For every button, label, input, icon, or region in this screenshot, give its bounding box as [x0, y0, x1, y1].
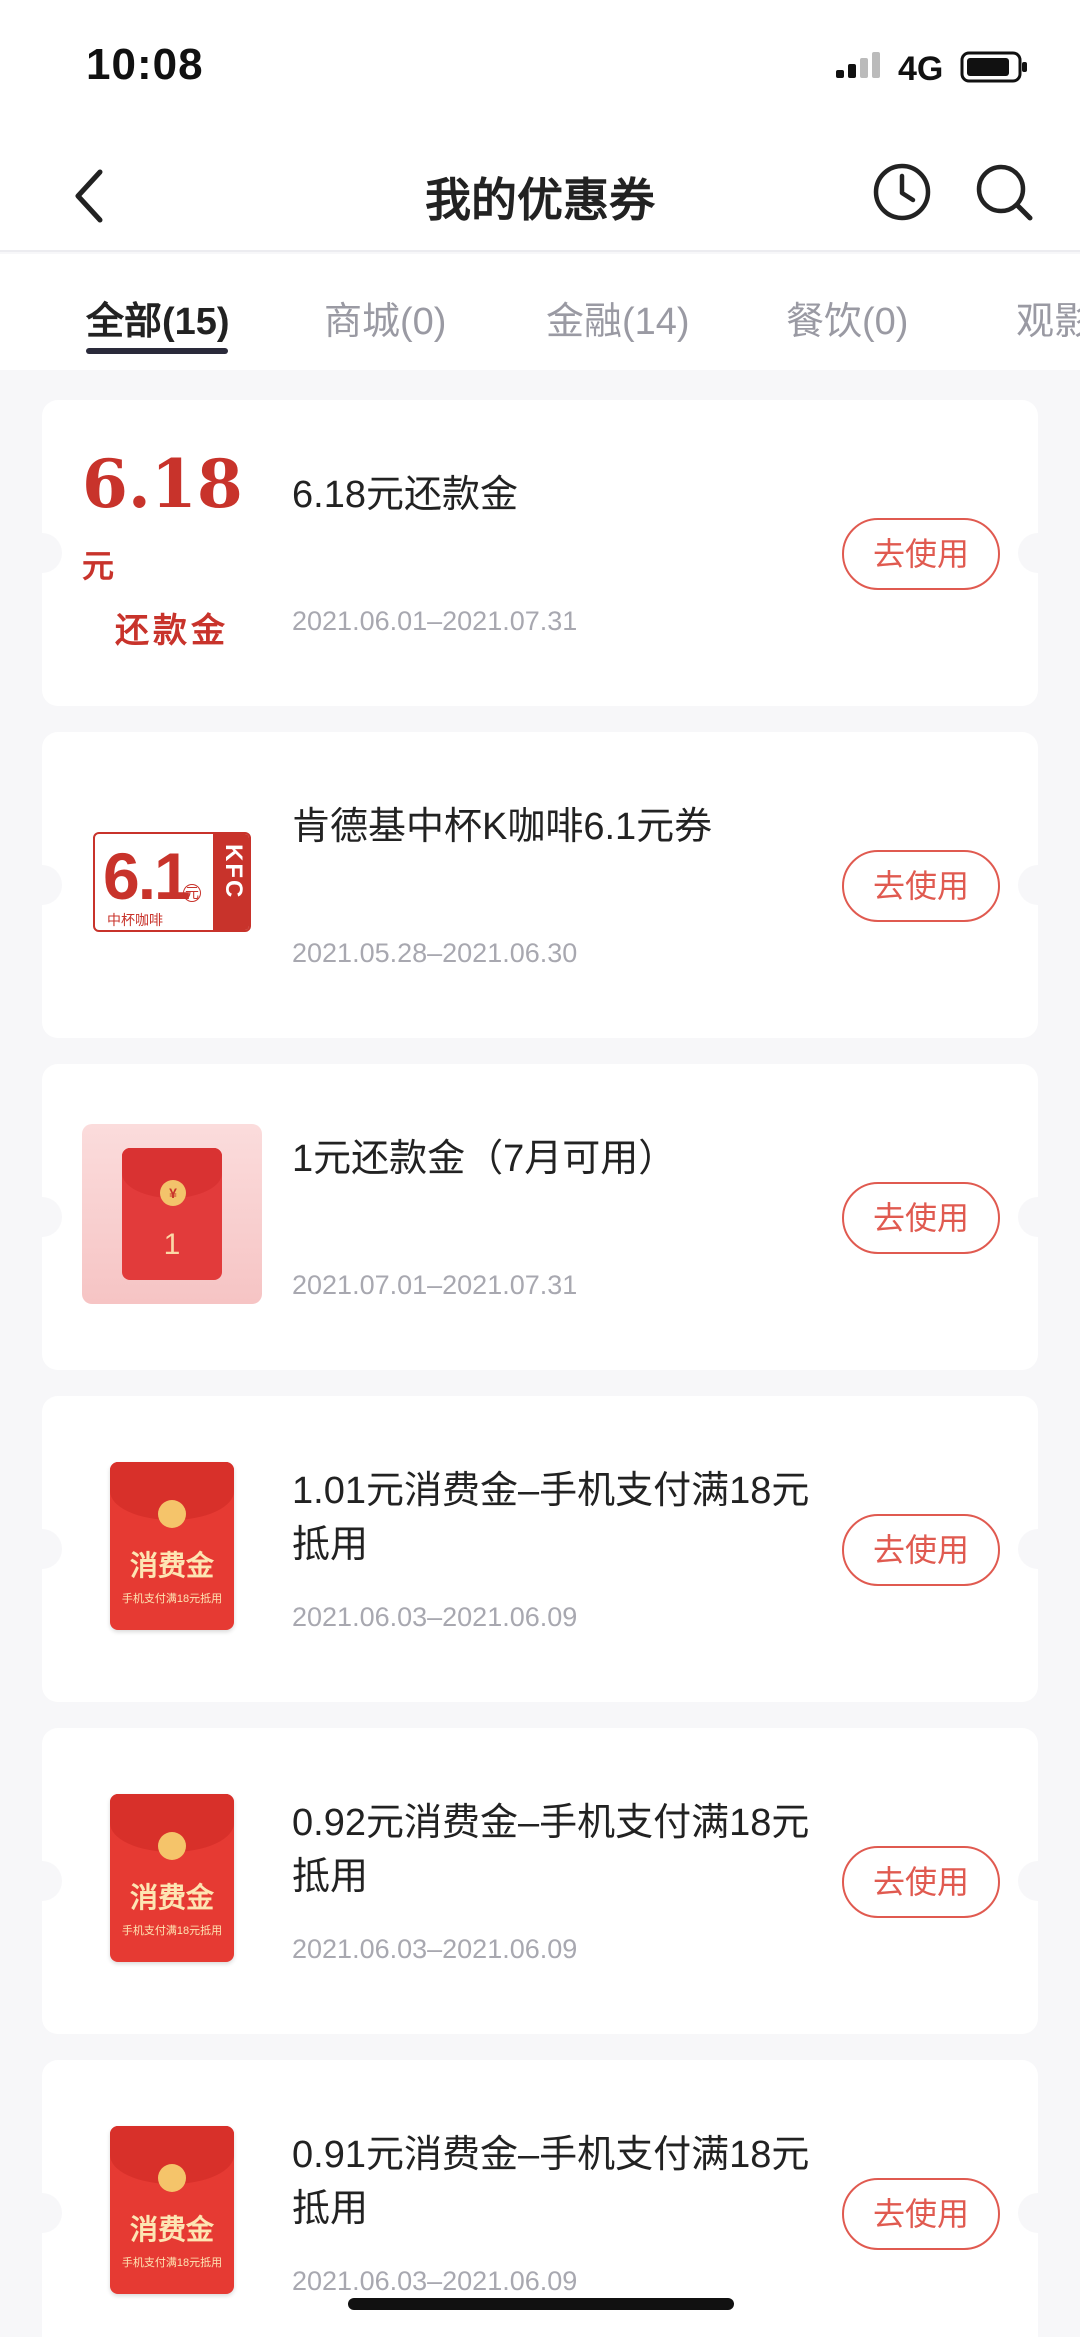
coupon-title: 0.92元消费金–手机支付满18元抵用 [292, 1802, 810, 1898]
coupon-title: 1.01元消费金–手机支付满18元抵用 [292, 1470, 810, 1566]
red-envelope-icon: 消费金 手机支付满18元抵用 [110, 2126, 234, 2294]
tab-mall[interactable]: 商城(0) [324, 290, 446, 345]
red-envelope-icon: 消费金 手机支付满18元抵用 [110, 1794, 234, 1962]
repayment-coupon-thumb: 6.18元 还款金 [82, 449, 262, 651]
coupon-date: 2021.06.03–2021.06.09 [292, 2266, 578, 2296]
thumb-caption: 中杯咖啡 [107, 912, 163, 928]
battery-icon [960, 51, 1027, 83]
home-indicator[interactable] [348, 2298, 734, 2310]
coupon-title: 0.91元消费金–手机支付满18元抵用 [292, 2134, 810, 2230]
nav-bar: 我的优惠券 [0, 140, 1080, 252]
thumb-amount: 6.1 [103, 839, 191, 913]
coupon-card[interactable]: 消费金 手机支付满18元抵用 1.01元消费金–手机支付满18元抵用 2021.… [22, 1396, 1058, 1702]
coupon-date: 2021.05.28–2021.06.30 [292, 938, 578, 968]
search-button[interactable] [972, 160, 1036, 224]
tab-finance[interactable]: 金融(14) [546, 290, 690, 345]
kfc-coupon-thumb: 6.1 元 中杯咖啡 KFC [82, 792, 262, 972]
history-button[interactable] [870, 160, 934, 224]
coupon-date: 2021.06.01–2021.07.31 [292, 606, 578, 636]
tab-dining[interactable]: 餐饮(0) [786, 290, 908, 345]
thumb-amount: 1 [163, 1228, 181, 1261]
coupon-card[interactable]: 6.18元 还款金 6.18元还款金 2021.06.01–2021.07.31… [22, 400, 1058, 706]
coupon-title: 肯德基中杯K咖啡6.1元券 [292, 806, 713, 848]
consumption-coupon-thumb: 消费金 手机支付满18元抵用 [82, 1456, 262, 1636]
coupon-date: 2021.07.01–2021.07.31 [292, 1270, 578, 1300]
use-button[interactable]: 去使用 [842, 1182, 1000, 1254]
thumb-label: 消费金 [129, 1882, 214, 1913]
consumption-coupon-thumb: 消费金 手机支付满18元抵用 [82, 1788, 262, 1968]
network-label: 4G [898, 50, 944, 88]
thumb-caption: 还款金 [115, 610, 229, 651]
coupon-date: 2021.06.03–2021.06.09 [292, 1934, 578, 1964]
kfc-logo: KFC [220, 844, 247, 900]
coupon-card[interactable]: ¥ 1 1元还款金（7月可用） 2021.07.01–2021.07.31 去使… [22, 1064, 1058, 1370]
status-bar: 10:08 4G [0, 0, 1080, 140]
yuan-coin: ¥ [160, 1180, 186, 1206]
use-button[interactable]: 去使用 [842, 2178, 1000, 2250]
status-time: 10:08 [86, 40, 204, 89]
thumb-label: 消费金 [129, 1550, 214, 1581]
use-button[interactable]: 去使用 [842, 850, 1000, 922]
coupon-card[interactable]: 消费金 手机支付满18元抵用 0.92元消费金–手机支付满18元抵用 2021.… [22, 1728, 1058, 2034]
thumb-fine-print: 手机支付满18元抵用 [121, 2257, 223, 2269]
thumb-fine-print: 手机支付满18元抵用 [121, 1593, 223, 1605]
tab-all[interactable]: 全部(15) [86, 290, 230, 345]
coupon-title: 1元还款金（7月可用） [292, 1138, 677, 1180]
consumption-coupon-thumb: 消费金 手机支付满18元抵用 [82, 2120, 262, 2300]
search-icon [976, 164, 1033, 221]
red-envelope-icon: ¥ 1 [122, 1148, 222, 1280]
use-button[interactable]: 去使用 [842, 518, 1000, 590]
thumb-unit: 元 [82, 546, 115, 585]
use-button[interactable]: 去使用 [842, 1514, 1000, 1586]
history-clock-icon [873, 163, 931, 221]
coupon-card[interactable]: 6.1 元 中杯咖啡 KFC 肯德基中杯K咖啡6.1元券 2021.05.28–… [22, 732, 1058, 1038]
signal-icon [836, 52, 880, 78]
tab-underline [86, 348, 228, 354]
tab-bar: 全部(15) 商城(0) 金融(14) 餐饮(0) 观影 [0, 254, 1080, 370]
coupon-card[interactable]: 消费金 手机支付满18元抵用 0.91元消费金–手机支付满18元抵用 2021.… [22, 2060, 1058, 2337]
thumb-unit: 元 [183, 884, 201, 902]
red-envelope-icon: 消费金 手机支付满18元抵用 [110, 1462, 234, 1630]
coupon-date: 2021.06.03–2021.06.09 [292, 1602, 578, 1632]
coupon-title: 6.18元还款金 [292, 474, 518, 516]
tab-movies[interactable]: 观影 [1016, 290, 1080, 345]
thumb-amount: 6.18 [82, 444, 243, 523]
thumb-label: 消费金 [129, 2214, 214, 2245]
thumb-fine-print: 手机支付满18元抵用 [121, 1925, 223, 1937]
red-packet-thumb: ¥ 1 [82, 1124, 262, 1304]
use-button[interactable]: 去使用 [842, 1846, 1000, 1918]
